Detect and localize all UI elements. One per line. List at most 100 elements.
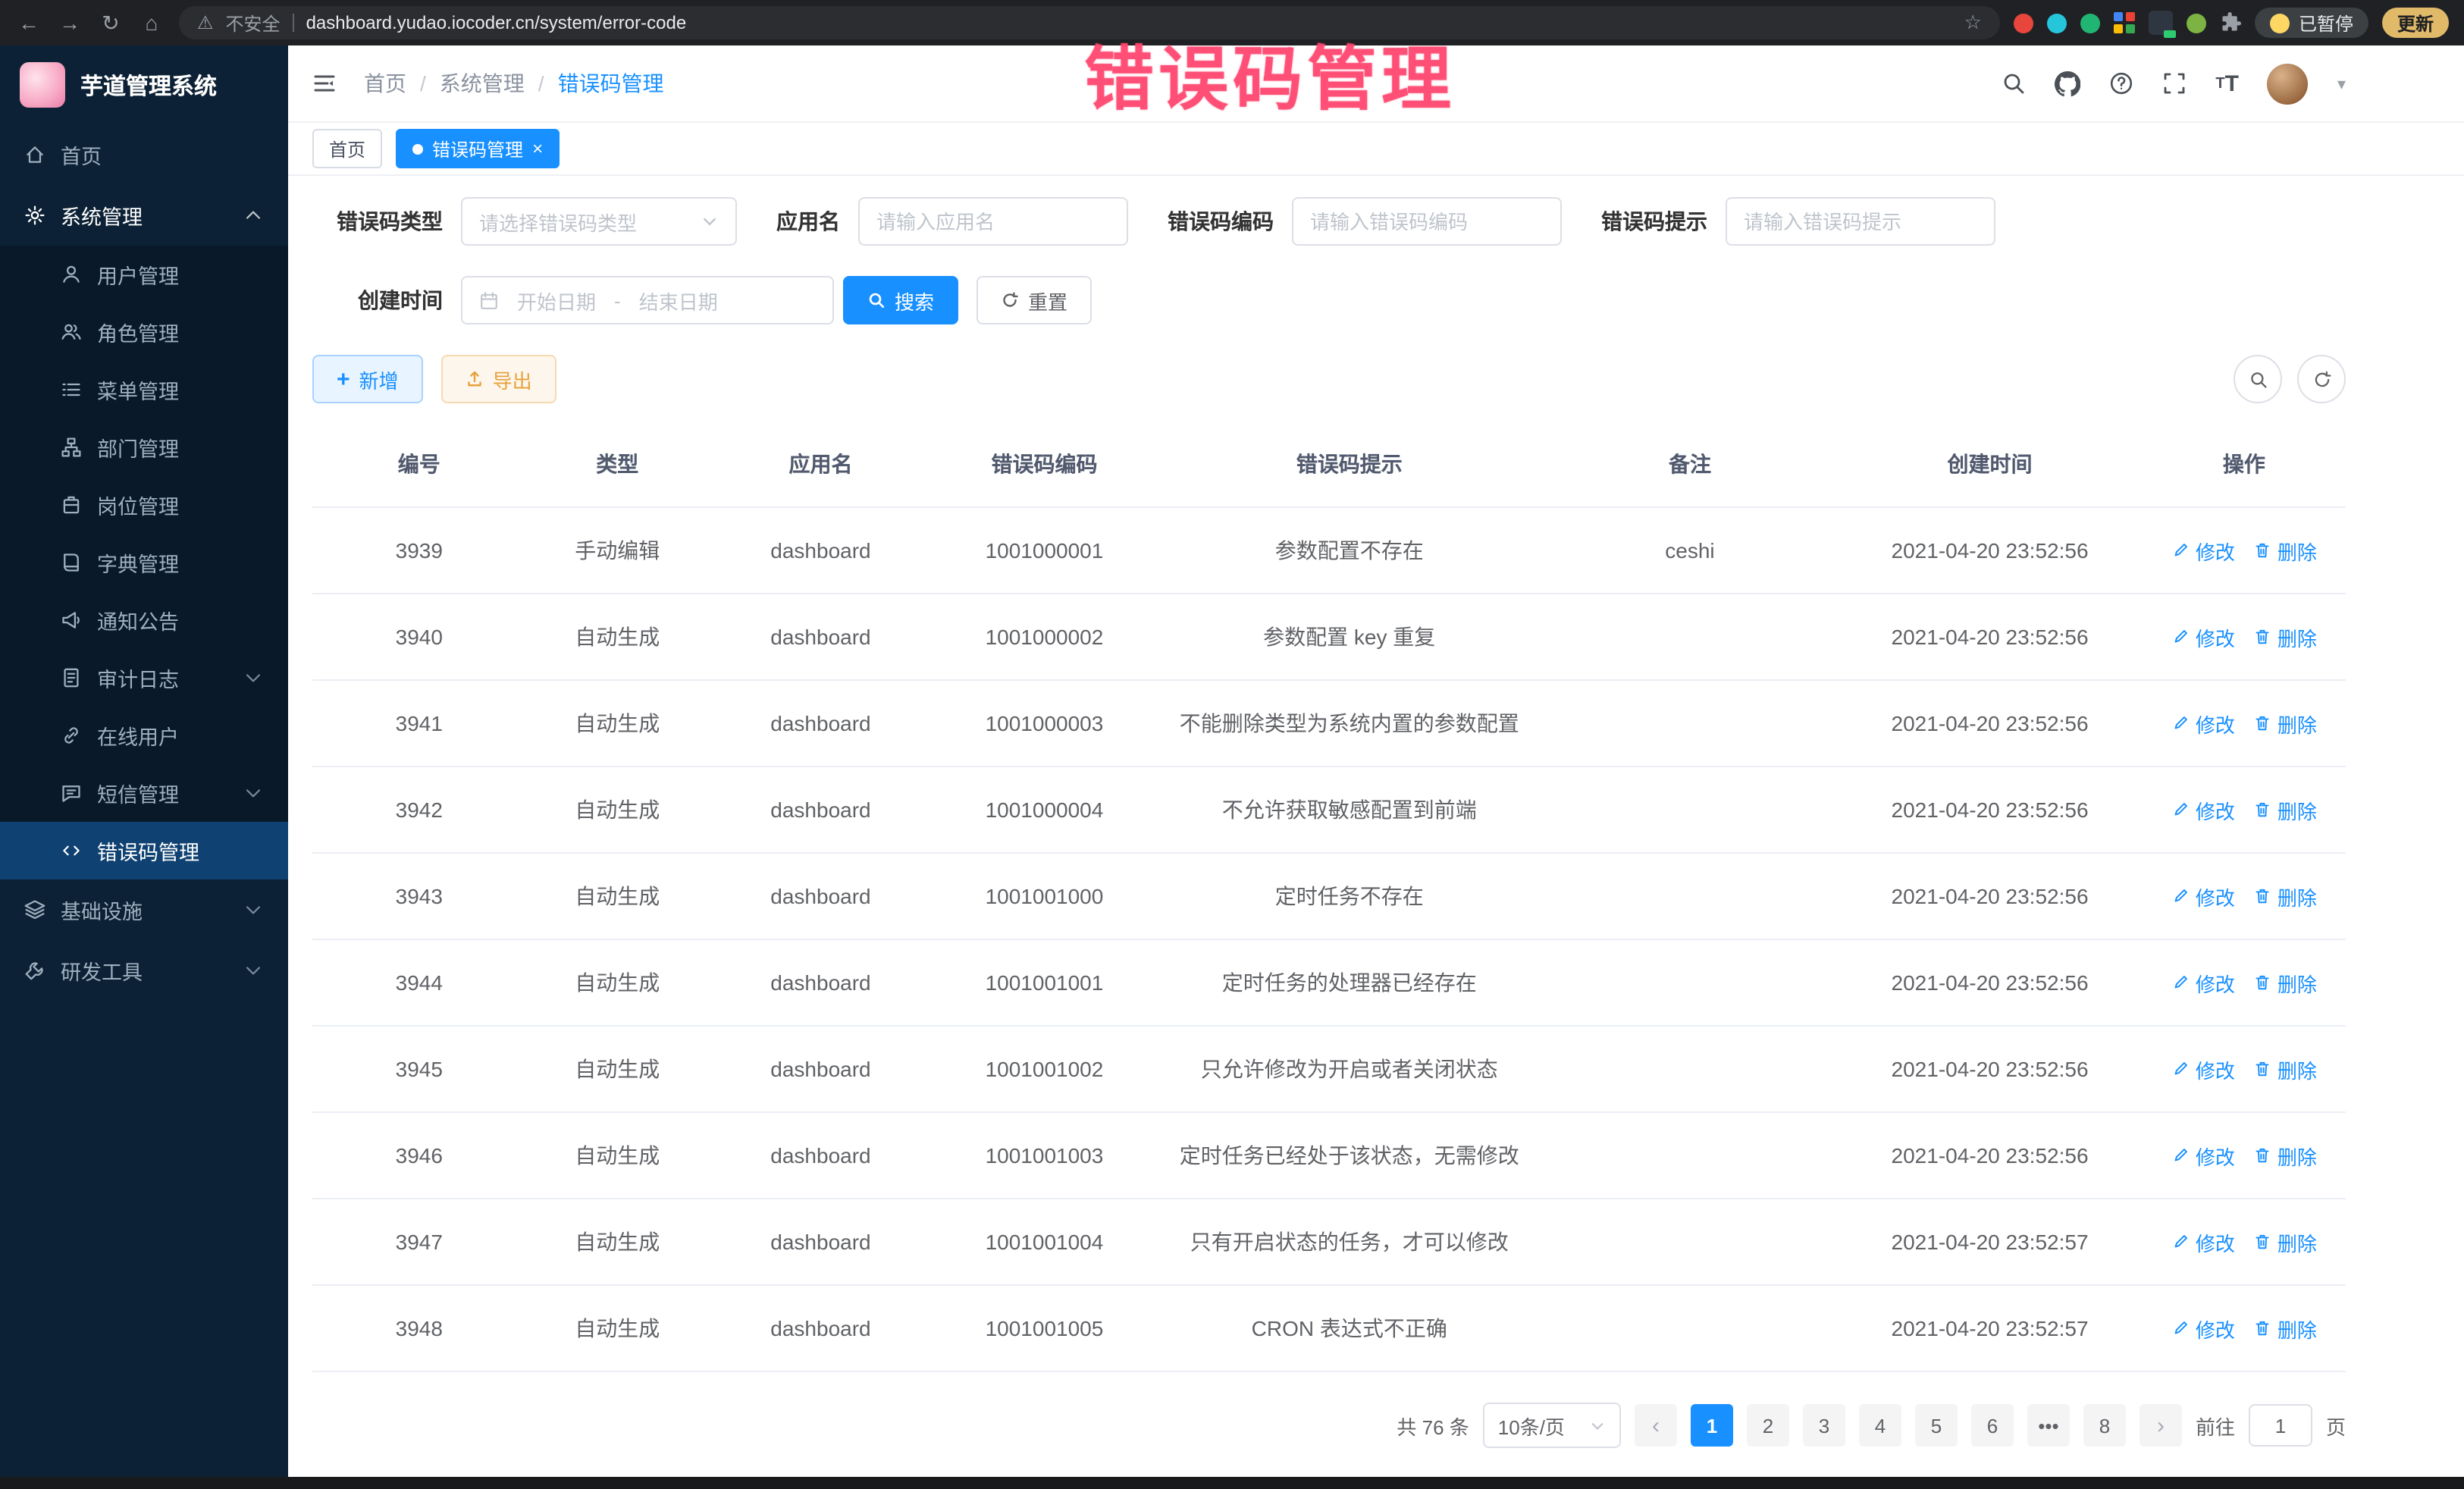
search-button[interactable]: 搜索 bbox=[843, 276, 958, 324]
sidebar-item-9[interactable]: 审计日志 bbox=[0, 649, 288, 707]
error-type-select[interactable]: 请选择错误码类型 bbox=[461, 197, 737, 246]
edit-link[interactable]: 修改 bbox=[2171, 1141, 2235, 1170]
sidebar-item-8[interactable]: 通知公告 bbox=[0, 591, 288, 649]
sidebar-item-7[interactable]: 字典管理 bbox=[0, 534, 288, 591]
layers-icon bbox=[24, 899, 45, 920]
cell-type: 自动生成 bbox=[526, 680, 709, 766]
pager-page-3[interactable]: 3 bbox=[1803, 1404, 1845, 1447]
date-range-picker[interactable]: 开始日期 - 结束日期 bbox=[461, 276, 834, 324]
edit-link[interactable]: 修改 bbox=[2171, 882, 2235, 911]
tab-close-icon[interactable]: × bbox=[532, 139, 543, 158]
sidebar-item-2[interactable]: 用户管理 bbox=[0, 246, 288, 303]
delete-link[interactable]: 删除 bbox=[2253, 622, 2317, 651]
edit-link[interactable]: 修改 bbox=[2171, 968, 2235, 997]
export-button[interactable]: 导出 bbox=[441, 355, 556, 403]
bookmark-star-icon[interactable]: ☆ bbox=[1964, 11, 1982, 35]
pager-ellipsis[interactable]: ••• bbox=[2027, 1404, 2070, 1447]
edit-link[interactable]: 修改 bbox=[2171, 795, 2235, 824]
edit-link[interactable]: 修改 bbox=[2171, 709, 2235, 738]
menu-fold-icon[interactable] bbox=[312, 71, 337, 96]
chevron-down-icon bbox=[243, 667, 264, 688]
delete-link[interactable]: 删除 bbox=[2253, 1227, 2317, 1256]
extension-icon[interactable] bbox=[2014, 13, 2033, 33]
extension-icon[interactable] bbox=[2149, 11, 2173, 35]
table-refresh-icon[interactable] bbox=[2297, 355, 2346, 403]
pager-page-4[interactable]: 4 bbox=[1859, 1404, 1901, 1447]
reload-icon[interactable]: ↻ bbox=[97, 10, 124, 36]
annotation-title: 错误码管理 bbox=[1084, 24, 1456, 124]
sidebar-item-5[interactable]: 部门管理 bbox=[0, 418, 288, 476]
sidebar-item-4[interactable]: 菜单管理 bbox=[0, 361, 288, 418]
error-code-input[interactable] bbox=[1292, 197, 1562, 246]
github-icon[interactable] bbox=[2055, 71, 2080, 96]
delete-link[interactable]: 删除 bbox=[2253, 795, 2317, 824]
error-hint-input[interactable] bbox=[1726, 197, 1995, 246]
table-row: 3947自动生成dashboard1001001004只有开启状态的任务，才可以… bbox=[312, 1199, 2346, 1285]
sidebar-item-11[interactable]: 短信管理 bbox=[0, 764, 288, 822]
app-logo[interactable]: 芋道管理系统 bbox=[0, 45, 288, 124]
edit-link[interactable]: 修改 bbox=[2171, 1314, 2235, 1343]
delete-link[interactable]: 删除 bbox=[2253, 882, 2317, 911]
edit-link[interactable]: 修改 bbox=[2171, 536, 2235, 565]
cell-actions: 修改删除 bbox=[2143, 939, 2346, 1026]
cell-actions: 修改删除 bbox=[2143, 1026, 2346, 1112]
prev-page-button[interactable]: ‹ bbox=[1635, 1404, 1677, 1447]
sidebar-item-12[interactable]: 错误码管理 bbox=[0, 822, 288, 879]
delete-link[interactable]: 删除 bbox=[2253, 1314, 2317, 1343]
edit-link[interactable]: 修改 bbox=[2171, 1227, 2235, 1256]
sidebar-item-6[interactable]: 岗位管理 bbox=[0, 476, 288, 534]
update-button[interactable]: 更新 bbox=[2382, 8, 2449, 38]
extension-icon[interactable] bbox=[2047, 13, 2067, 33]
breadcrumb-item-0[interactable]: 首页 bbox=[364, 68, 406, 99]
sidebar-item-1[interactable]: 系统管理 bbox=[0, 185, 288, 246]
sidebar-item-14[interactable]: 研发工具 bbox=[0, 940, 288, 1001]
back-icon[interactable]: ← bbox=[15, 11, 42, 35]
sidebar-item-0[interactable]: 首页 bbox=[0, 124, 288, 185]
sidebar-item-3[interactable]: 角色管理 bbox=[0, 303, 288, 361]
tab-1[interactable]: 错误码管理 × bbox=[396, 129, 560, 168]
extension-icon[interactable] bbox=[2114, 12, 2135, 33]
delete-link[interactable]: 删除 bbox=[2253, 709, 2317, 738]
extensions-puzzle-icon[interactable] bbox=[2220, 12, 2241, 33]
table-search-icon[interactable] bbox=[2234, 355, 2282, 403]
delete-link[interactable]: 删除 bbox=[2253, 1055, 2317, 1083]
tab-label: 错误码管理 bbox=[432, 136, 523, 161]
tab-label: 首页 bbox=[329, 136, 365, 161]
pager-page-6[interactable]: 6 bbox=[1971, 1404, 2014, 1447]
forward-icon[interactable]: → bbox=[56, 11, 83, 35]
extension-icon[interactable] bbox=[2080, 13, 2100, 33]
delete-link[interactable]: 删除 bbox=[2253, 536, 2317, 565]
pager-page-2[interactable]: 2 bbox=[1747, 1404, 1789, 1447]
edit-link[interactable]: 修改 bbox=[2171, 622, 2235, 651]
breadcrumb-separator: / bbox=[538, 71, 544, 96]
tab-0[interactable]: 首页 bbox=[312, 129, 382, 168]
app-name-input[interactable] bbox=[858, 197, 1128, 246]
sidebar-item-10[interactable]: 在线用户 bbox=[0, 707, 288, 764]
profile-paused-badge[interactable]: 已暂停 bbox=[2255, 8, 2368, 38]
cell-app: dashboard bbox=[709, 507, 933, 594]
user-avatar[interactable] bbox=[2268, 63, 2309, 104]
next-page-button[interactable]: › bbox=[2140, 1404, 2182, 1447]
reset-button[interactable]: 重置 bbox=[977, 276, 1092, 324]
cell-id: 3943 bbox=[312, 853, 526, 939]
extension-icon[interactable] bbox=[2187, 13, 2206, 33]
sidebar-item-13[interactable]: 基础设施 bbox=[0, 879, 288, 940]
pager-page-8[interactable]: 8 bbox=[2083, 1404, 2126, 1447]
font-size-icon[interactable]: TT bbox=[2215, 71, 2239, 96]
home-icon[interactable]: ⌂ bbox=[138, 11, 165, 35]
chevron-down-icon bbox=[243, 960, 264, 981]
edit-link[interactable]: 修改 bbox=[2171, 1055, 2235, 1083]
add-button[interactable]: + 新增 bbox=[312, 355, 423, 403]
fullscreen-icon[interactable] bbox=[2162, 71, 2187, 96]
delete-link[interactable]: 删除 bbox=[2253, 968, 2317, 997]
page-size-select[interactable]: 10条/页 bbox=[1483, 1403, 1621, 1448]
calendar-icon bbox=[479, 290, 499, 310]
pager-page-5[interactable]: 5 bbox=[1915, 1404, 1958, 1447]
goto-page-input[interactable] bbox=[2249, 1404, 2312, 1447]
breadcrumb-item-1[interactable]: 系统管理 bbox=[440, 68, 525, 99]
delete-link[interactable]: 删除 bbox=[2253, 1141, 2317, 1170]
pager-page-1[interactable]: 1 bbox=[1691, 1404, 1733, 1447]
column-header-5: 备注 bbox=[1543, 422, 1838, 507]
search-icon[interactable] bbox=[2002, 71, 2026, 96]
help-icon[interactable] bbox=[2109, 71, 2133, 96]
